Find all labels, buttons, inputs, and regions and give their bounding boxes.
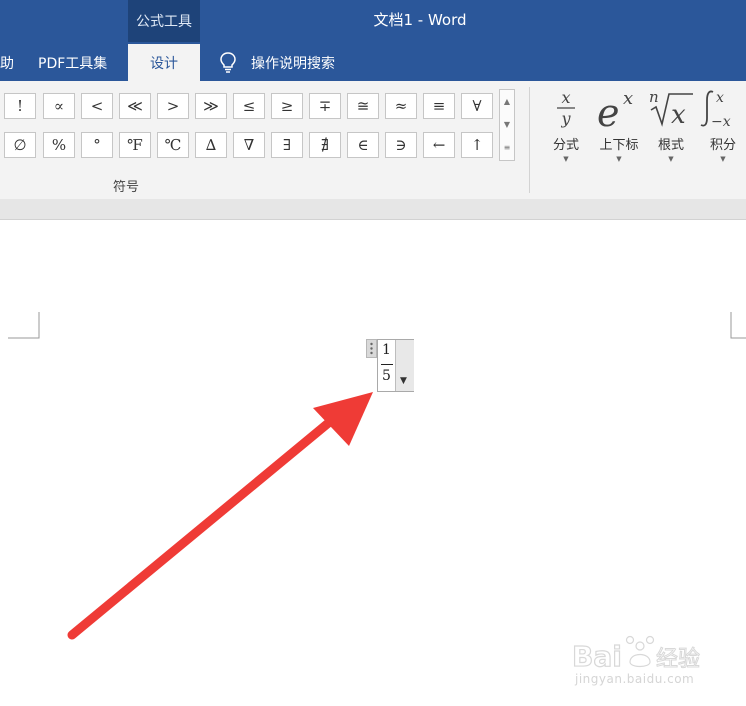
svg-text:经验: 经验: [656, 647, 700, 672]
watermark-url: jingyan.baidu.com: [575, 672, 695, 686]
svg-text:Bai: Bai: [572, 640, 622, 673]
red-pointer-arrow: [67, 392, 373, 640]
